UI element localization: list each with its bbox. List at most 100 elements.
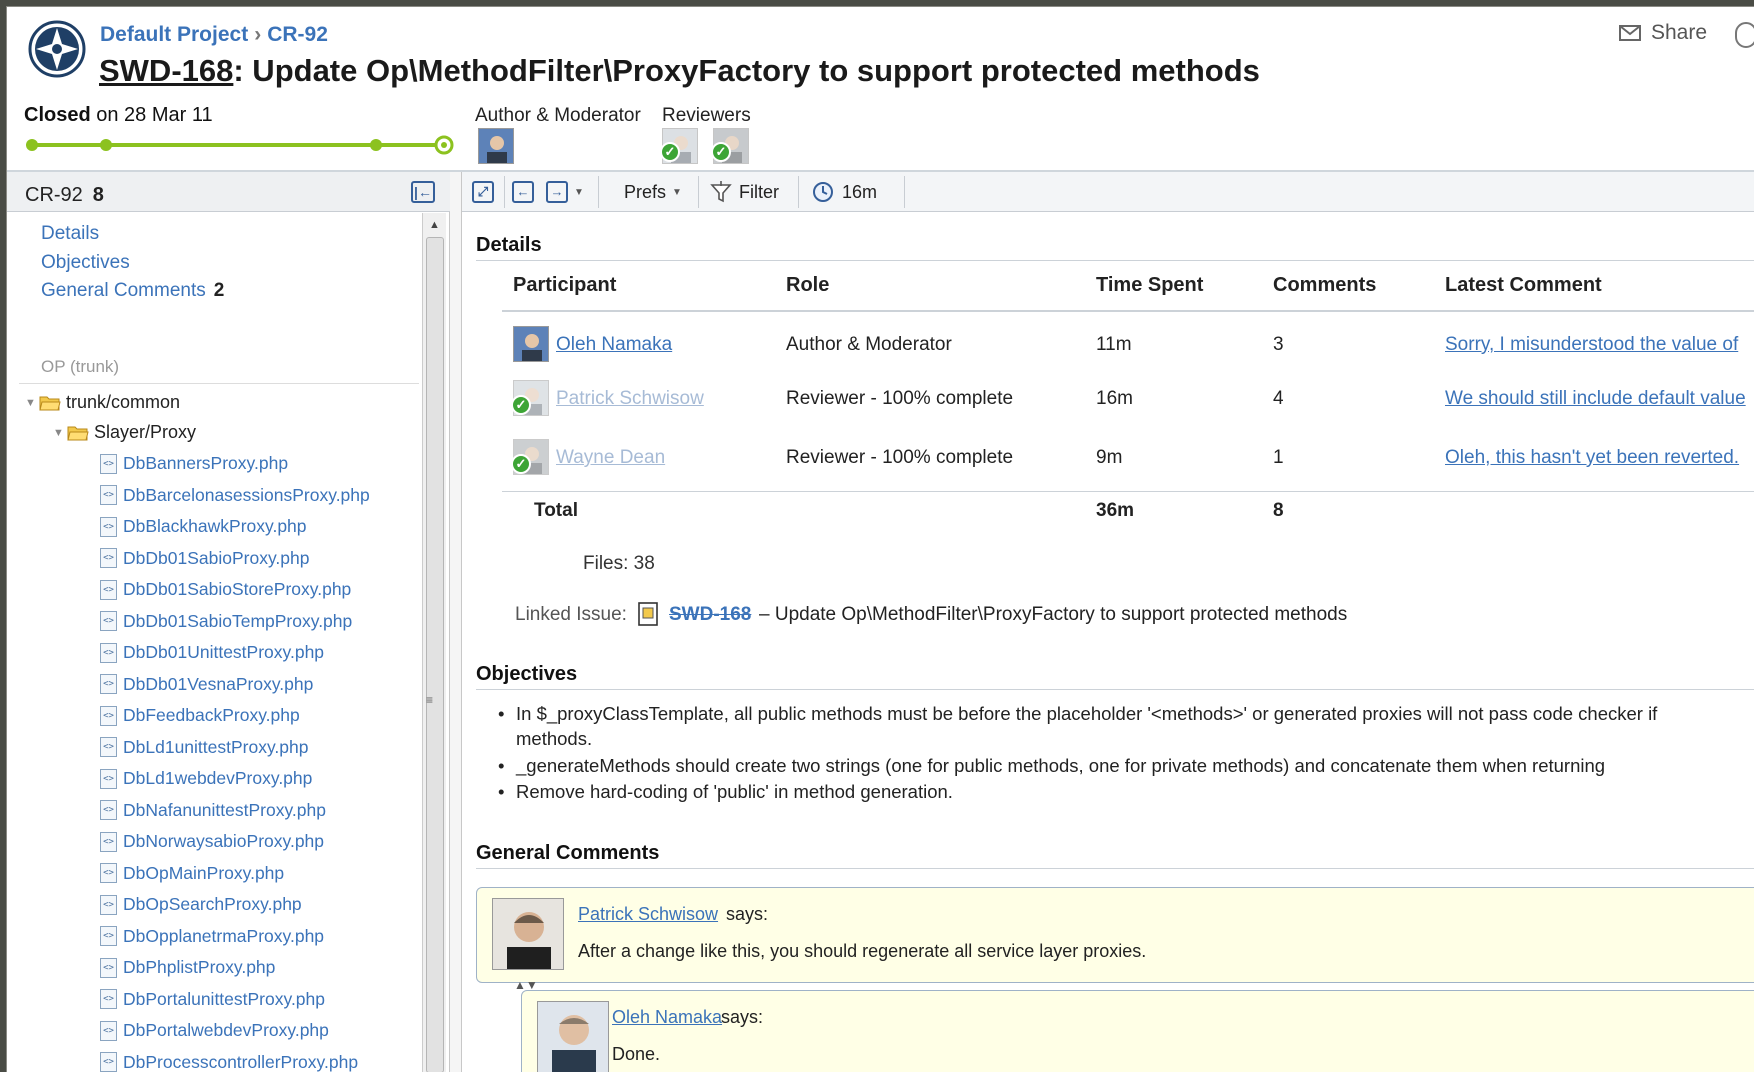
total-time: 36m xyxy=(1096,500,1135,521)
sidebar-scrollbar[interactable]: ▲ ≡ xyxy=(422,213,446,1072)
title-text: : Update Op\MethodFilter\ProxyFactory to… xyxy=(233,53,1260,88)
status-date: on 28 Mar 11 xyxy=(90,104,213,126)
review-sidebar: CR-92 8 |← Details Objectives General Com… xyxy=(7,172,450,1072)
filter-button[interactable]: Filter xyxy=(710,179,779,205)
pane-splitter[interactable] xyxy=(450,172,462,1072)
php-file-icon: <> xyxy=(100,926,117,946)
comment-avatar[interactable] xyxy=(537,1001,609,1072)
file-item[interactable]: <> DbNafanunittestProxy.php xyxy=(100,800,326,821)
file-name: DbOpplanetrmaProxy.php xyxy=(123,925,325,946)
file-item[interactable]: <> DbOpSearchProxy.php xyxy=(100,894,302,915)
file-item[interactable]: <> DbPortalunittestProxy.php xyxy=(100,989,325,1010)
php-file-icon: <> xyxy=(100,642,117,663)
share-button[interactable]: Share xyxy=(1619,21,1707,45)
latest-comment-link[interactable]: Sorry, I misunderstood the value of xyxy=(1445,334,1738,356)
comment-author-link[interactable]: Patrick Schwisow xyxy=(578,904,718,925)
prefs-button[interactable]: Prefs ▼ xyxy=(624,179,682,205)
participant-time: 11m xyxy=(1096,334,1132,355)
file-item[interactable]: <> DbBannersProxy.php xyxy=(100,453,288,474)
file-item[interactable]: <> DbPortalwebdevProxy.php xyxy=(100,1020,329,1041)
scroll-up-arrow-icon[interactable]: ▲ xyxy=(429,219,440,231)
maximize-button[interactable]: ⤢ xyxy=(472,179,494,205)
person-avatar-icon xyxy=(493,899,563,969)
file-item[interactable]: <> DbFeedbackProxy.php xyxy=(100,705,300,726)
php-file-icon: <> xyxy=(100,863,117,883)
file-item[interactable]: <> DbDb01VesnaProxy.php xyxy=(100,674,313,695)
file-item[interactable]: <> DbNorwaysabioProxy.php xyxy=(100,831,324,852)
php-file-icon: <> xyxy=(100,957,117,978)
php-file-icon: <> xyxy=(100,674,117,694)
file-item[interactable]: <> DbDb01UnittestProxy.php xyxy=(100,642,324,663)
file-item[interactable]: <> DbDb01SabioStoreProxy.php xyxy=(100,579,351,600)
chevron-down-icon[interactable]: ▼ xyxy=(574,187,584,198)
php-file-icon: <> xyxy=(100,989,117,1009)
toolbar-separator xyxy=(504,176,505,208)
table-header-divider xyxy=(502,310,1754,312)
sidebar-item-details[interactable]: Details xyxy=(41,223,99,245)
main-panel: ⤢ ← → ▼ Prefs ▼ Filter 16m Details Partici… xyxy=(462,172,1754,1072)
column-header-latest-comment: Latest Comment xyxy=(1445,274,1602,296)
participant-name-link[interactable]: Patrick Schwisow xyxy=(556,388,704,410)
previous-file-button[interactable]: ← xyxy=(512,179,534,205)
section-divider xyxy=(476,868,1754,869)
objective-text: In $_proxyClassTemplate, all public meth… xyxy=(516,703,1658,724)
file-item[interactable]: <> DbOpplanetrmaProxy.php xyxy=(100,926,324,947)
time-spent-button[interactable]: 16m xyxy=(812,179,877,205)
comment-avatar[interactable] xyxy=(492,898,564,970)
file-item[interactable]: <> DbBlackhawkProxy.php xyxy=(100,516,307,537)
file-item[interactable]: <> DbBarcelonasessionsProxy.php xyxy=(100,485,370,506)
sidebar-item-count: 2 xyxy=(213,280,225,301)
sidebar-item-objectives[interactable]: Objectives xyxy=(41,252,130,274)
collapse-sidebar-icon[interactable]: |← xyxy=(411,181,435,203)
sidebar-item-general-comments[interactable]: General Comments 2 xyxy=(41,280,224,302)
clipped-button-edge[interactable] xyxy=(1735,22,1754,48)
linked-issue-link[interactable]: SWD-168 xyxy=(669,604,751,626)
file-item[interactable]: <> DbLd1webdevProxy.php xyxy=(100,768,312,789)
file-name: DbDb01VesnaProxy.php xyxy=(123,673,314,694)
folder-open-icon xyxy=(67,426,89,440)
participant-comments: 4 xyxy=(1273,388,1284,409)
file-item[interactable]: <> DbLd1unittestProxy.php xyxy=(100,737,309,758)
expand-triangle-icon[interactable]: ▼ xyxy=(53,427,67,439)
file-item[interactable]: <> DbDb01SabioTempProxy.php xyxy=(100,611,352,632)
objective-item: _generateMethods should create two strin… xyxy=(498,753,1754,778)
file-item[interactable]: <> DbOpMainProxy.php xyxy=(100,863,284,884)
php-file-icon: <> xyxy=(100,705,117,726)
toolbar-separator xyxy=(598,176,599,208)
breadcrumb-project-link[interactable]: Default Project xyxy=(100,23,248,46)
php-file-icon: <> xyxy=(100,768,117,789)
column-header-role: Role xyxy=(786,274,830,296)
latest-comment-link[interactable]: We should still include default value xyxy=(1445,388,1746,410)
file-item[interactable]: <> DbDb01SabioProxy.php xyxy=(100,548,309,569)
envelope-icon xyxy=(1619,25,1641,41)
php-file-icon: <> xyxy=(100,485,117,505)
file-name: DbOpSearchProxy.php xyxy=(123,894,302,914)
avatar-author[interactable] xyxy=(478,128,514,164)
participant-name-link[interactable]: Wayne Dean xyxy=(556,447,665,469)
php-file-icon: <> xyxy=(100,1020,117,1041)
php-file-icon: <> xyxy=(100,800,117,820)
sidebar-item-label: Details xyxy=(41,223,100,244)
next-file-button[interactable]: → ▼ xyxy=(546,179,584,205)
file-name: DbPortalunittestProxy.php xyxy=(123,988,326,1009)
file-name: DbBarcelonasessionsProxy.php xyxy=(123,484,370,505)
folder-open-icon xyxy=(39,396,61,410)
column-header-comments: Comments xyxy=(1273,274,1377,296)
expand-triangle-icon[interactable]: ▼ xyxy=(25,397,39,409)
file-name: DbNorwaysabioProxy.php xyxy=(123,831,325,851)
participant-name-link[interactable]: Oleh Namaka xyxy=(556,334,672,356)
folder-slayer-proxy[interactable]: ▼ Slayer/Proxy xyxy=(53,422,196,443)
file-item[interactable]: <> DbPhplistProxy.php xyxy=(100,957,275,978)
comment-author-link[interactable]: Oleh Namaka xyxy=(612,1007,722,1028)
php-file-icon: <> xyxy=(100,548,117,568)
file-item[interactable]: <> DbProcesscontrollerProxy.php xyxy=(100,1052,358,1072)
breadcrumb-review-link[interactable]: CR-92 xyxy=(267,23,328,46)
app-window: Default Project › CR-92 SWD-168: Update Op… xyxy=(6,6,1754,1072)
latest-comment-link[interactable]: Oleh, this hasn't yet been reverted. xyxy=(1445,447,1739,469)
reviewers-label: Reviewers xyxy=(662,105,751,126)
review-header: Default Project › CR-92 SWD-168: Update Op… xyxy=(7,7,1754,171)
scrollbar-thumb[interactable] xyxy=(426,237,444,1072)
issue-key-link[interactable]: SWD-168 xyxy=(99,53,233,88)
folder-trunk-common[interactable]: ▼ trunk/common xyxy=(25,392,180,413)
participant-avatar[interactable] xyxy=(513,326,549,362)
